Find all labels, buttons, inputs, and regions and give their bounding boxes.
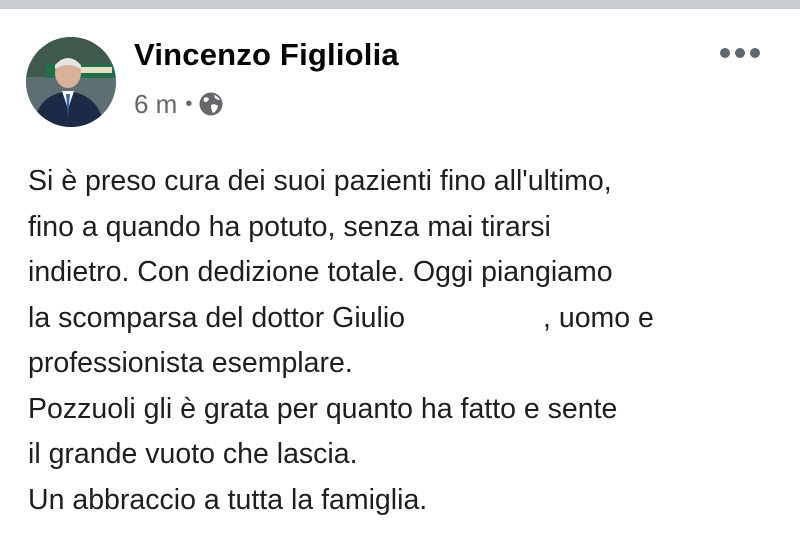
post-text-fragment: la scomparsa del dottor Giulio	[28, 301, 406, 334]
post-meta: 6 m •	[134, 88, 224, 120]
more-dot	[720, 48, 730, 58]
post-timestamp[interactable]: 6 m	[134, 89, 177, 120]
feed-separator	[0, 0, 800, 9]
post-text-fragment: , uomo e	[543, 301, 654, 334]
more-options-button[interactable]	[720, 43, 760, 63]
post-text-line: fino a quando ha potuto, senza mai tirar…	[28, 210, 551, 243]
post-card: Vincenzo Figliolia 6 m • Si è preso cura…	[0, 9, 800, 555]
post-text-line: Si è preso cura dei suoi pazienti fino a…	[28, 165, 612, 197]
post-text-line: Un abbraccio a tutta la famiglia.	[28, 483, 428, 516]
post-text-line: professionista esemplare.	[28, 347, 353, 379]
post-text-line: la scomparsa del dottor Giulio , uomo e	[28, 296, 788, 342]
post-text-line: il grande vuoto che lascia.	[28, 438, 358, 470]
more-dot	[735, 48, 745, 58]
post-text-line: Pozzuoli gli è grata per quanto ha fatto…	[28, 392, 618, 425]
globe-icon[interactable]	[198, 91, 224, 117]
author-name[interactable]: Vincenzo Figliolia	[134, 37, 399, 73]
meta-separator: •	[185, 92, 193, 115]
post-message: Si è preso cura dei suoi pazienti fino a…	[28, 159, 788, 523]
more-dot	[750, 48, 760, 58]
post-text-line: indietro. Con dedizione totale. Oggi pia…	[28, 256, 613, 288]
author-avatar[interactable]	[26, 37, 116, 127]
